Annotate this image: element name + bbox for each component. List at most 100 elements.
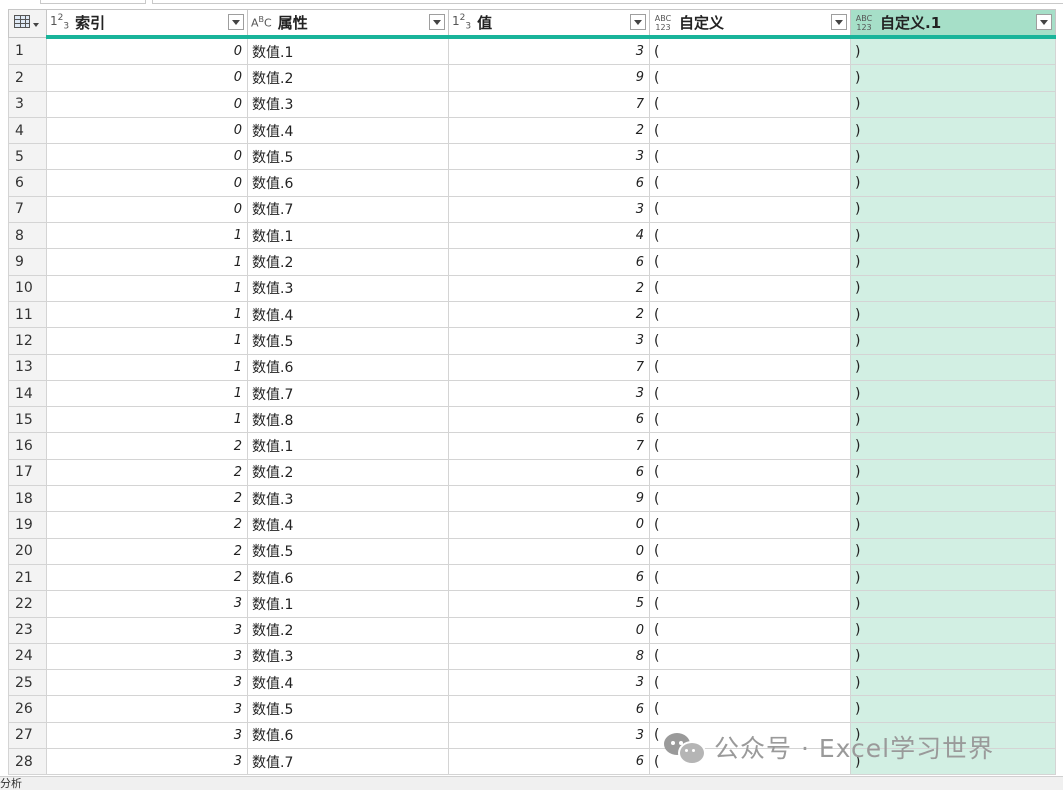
cell-attribute[interactable]: 数值.4 [247, 669, 449, 697]
cell-custom[interactable]: ( [649, 406, 851, 434]
row-number[interactable]: 5 [8, 143, 47, 171]
cell-custom[interactable]: ( [649, 537, 851, 565]
cell-attribute[interactable]: 数值.6 [247, 169, 449, 197]
cell-attribute[interactable]: 数值.3 [247, 485, 449, 513]
cell-attribute[interactable]: 数值.6 [247, 563, 449, 592]
cell-custom[interactable]: ( [649, 222, 851, 250]
filter-dropdown-icon[interactable] [831, 14, 847, 30]
cell-custom[interactable]: ( [649, 695, 851, 723]
table-row[interactable]: 10 1 数值.3 2() [8, 274, 1056, 302]
table-row[interactable]: 7 0 数值.7 3() [8, 195, 1056, 224]
cell-attribute[interactable]: 数值.4 [247, 511, 449, 539]
cell-value[interactable]: 4 [448, 222, 650, 250]
cell-value[interactable]: 8 [448, 642, 650, 671]
cell-attribute[interactable]: 数值.5 [247, 327, 449, 355]
cell-custom[interactable]: ( [649, 274, 851, 302]
table-row[interactable]: 21 2 数值.6 6() [8, 563, 1056, 592]
row-number[interactable]: 14 [8, 379, 47, 408]
cell-attribute[interactable]: 数值.3 [247, 274, 449, 302]
cell-custom[interactable]: ( [649, 353, 851, 381]
cell-custom[interactable]: ( [649, 642, 851, 671]
cell-custom[interactable]: ( [649, 143, 851, 171]
cell-custom[interactable]: ( [649, 300, 851, 329]
cell-index[interactable]: 3 [46, 642, 248, 671]
column-header-index[interactable]: 123 索引 [46, 9, 248, 39]
cell-value[interactable]: 6 [448, 695, 650, 723]
cell-custom[interactable]: ( [649, 195, 851, 224]
row-number[interactable]: 8 [8, 222, 47, 250]
cell-index[interactable]: 1 [46, 274, 248, 302]
cell-value[interactable]: 3 [448, 669, 650, 697]
column-header-attribute[interactable]: ABC 属性 [247, 9, 449, 39]
cell-attribute[interactable]: 数值.7 [247, 195, 449, 224]
table-row[interactable]: 20 2 数值.5 0() [8, 537, 1056, 565]
cell-custom[interactable]: ( [649, 64, 851, 92]
row-number[interactable]: 20 [8, 537, 47, 565]
cell-index[interactable]: 0 [46, 36, 248, 66]
row-number[interactable]: 17 [8, 458, 47, 487]
cell-custom-1[interactable]: ) [850, 327, 1056, 355]
row-number[interactable]: 4 [8, 116, 47, 145]
cell-index[interactable]: 1 [46, 406, 248, 434]
cell-custom[interactable]: ( [649, 248, 851, 276]
any-type-icon[interactable]: ABC 123 [653, 14, 673, 32]
cell-index[interactable]: 3 [46, 616, 248, 644]
cell-custom[interactable]: ( [649, 563, 851, 592]
table-row[interactable]: 6 0 数值.6 6() [8, 169, 1056, 197]
whole-number-type-icon[interactable]: 123 [50, 13, 69, 31]
cell-index[interactable]: 0 [46, 169, 248, 197]
table-row[interactable]: 13 1 数值.6 7() [8, 353, 1056, 381]
table-row[interactable]: 15 1 数值.8 6() [8, 406, 1056, 434]
column-header-custom-1[interactable]: ABC 123 自定义.1 [850, 9, 1056, 39]
cell-value[interactable]: 3 [448, 721, 650, 750]
cell-index[interactable]: 2 [46, 511, 248, 539]
table-row[interactable]: 24 3 数值.3 8() [8, 642, 1056, 671]
cell-attribute[interactable]: 数值.2 [247, 458, 449, 487]
cell-custom-1[interactable]: ) [850, 432, 1056, 460]
cell-custom[interactable]: ( [649, 616, 851, 644]
cell-attribute[interactable]: 数值.7 [247, 379, 449, 408]
cell-custom-1[interactable]: ) [850, 248, 1056, 276]
cell-custom-1[interactable]: ) [850, 169, 1056, 197]
cell-value[interactable]: 6 [448, 458, 650, 487]
table-row[interactable]: 9 1 数值.2 6() [8, 248, 1056, 276]
cell-custom[interactable]: ( [649, 169, 851, 197]
row-number[interactable]: 3 [8, 90, 47, 118]
table-row[interactable]: 14 1 数值.7 3() [8, 379, 1056, 408]
row-number[interactable]: 9 [8, 248, 47, 276]
row-number[interactable]: 10 [8, 274, 47, 302]
cell-attribute[interactable]: 数值.5 [247, 143, 449, 171]
row-number[interactable]: 11 [8, 300, 47, 329]
table-row[interactable]: 4 0 数值.4 2() [8, 116, 1056, 145]
cell-custom-1[interactable]: ) [850, 537, 1056, 565]
cell-attribute[interactable]: 数值.8 [247, 406, 449, 434]
cell-index[interactable]: 2 [46, 432, 248, 460]
row-number[interactable]: 23 [8, 616, 47, 644]
formula-bar[interactable] [152, 0, 1063, 4]
row-number[interactable]: 6 [8, 169, 47, 197]
table-row[interactable]: 8 1 数值.1 4() [8, 222, 1056, 250]
filter-dropdown-icon[interactable] [228, 14, 244, 30]
cell-index[interactable]: 3 [46, 590, 248, 618]
cell-attribute[interactable]: 数值.1 [247, 36, 449, 66]
table-row[interactable]: 12 1 数值.5 3() [8, 327, 1056, 355]
cell-attribute[interactable]: 数值.2 [247, 64, 449, 92]
cell-custom-1[interactable]: ) [850, 563, 1056, 592]
table-row[interactable]: 26 3 数值.5 6() [8, 695, 1056, 723]
cell-value[interactable]: 2 [448, 300, 650, 329]
cell-custom[interactable]: ( [649, 458, 851, 487]
cell-value[interactable]: 3 [448, 195, 650, 224]
row-number[interactable]: 1 [8, 36, 47, 66]
cell-attribute[interactable]: 数值.2 [247, 616, 449, 644]
cell-value[interactable]: 3 [448, 379, 650, 408]
cell-value[interactable]: 6 [448, 748, 650, 776]
cell-value[interactable]: 9 [448, 485, 650, 513]
cell-index[interactable]: 3 [46, 695, 248, 723]
cell-custom-1[interactable]: ) [850, 90, 1056, 118]
cell-custom-1[interactable]: ) [850, 669, 1056, 697]
cell-index[interactable]: 3 [46, 748, 248, 776]
cell-custom[interactable]: ( [649, 590, 851, 618]
cell-custom[interactable]: ( [649, 379, 851, 408]
table-row[interactable]: 23 3 数值.2 0() [8, 616, 1056, 644]
cell-custom-1[interactable]: ) [850, 36, 1056, 66]
